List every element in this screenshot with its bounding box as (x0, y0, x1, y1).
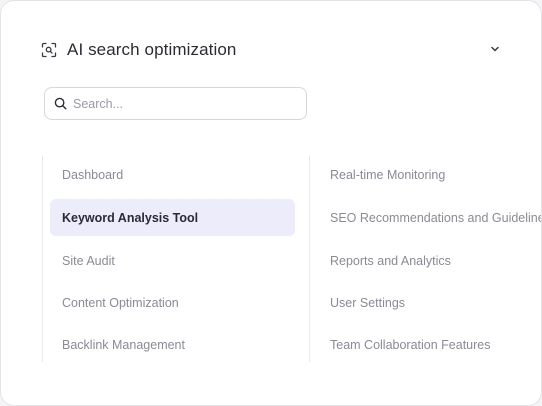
menu-item-reports-and-analytics[interactable]: Reports and Analytics (318, 242, 541, 279)
menu-panel: AI search optimization Dashboard Keyword… (0, 0, 542, 406)
menu-item-keyword-analysis-tool[interactable]: Keyword Analysis Tool (50, 199, 295, 236)
panel-header: AI search optimization (41, 39, 236, 61)
menu-item-team-collaboration[interactable]: Team Collaboration Features (318, 326, 541, 363)
menu-item-site-audit[interactable]: Site Audit (50, 242, 295, 279)
search-box[interactable] (44, 87, 307, 120)
search-icon (54, 97, 67, 110)
scan-search-icon (41, 42, 57, 58)
menu-item-seo-recommendations[interactable]: SEO Recommendations and Guidelines (318, 199, 541, 236)
menu-item-backlink-management[interactable]: Backlink Management (50, 326, 295, 363)
collapse-button[interactable] (487, 41, 503, 57)
menu-item-dashboard[interactable]: Dashboard (50, 156, 295, 193)
menu-item-user-settings[interactable]: User Settings (318, 284, 541, 321)
menu-column-right: Real-time Monitoring SEO Recommendations… (309, 156, 541, 363)
menu-column-left: Dashboard Keyword Analysis Tool Site Aud… (42, 156, 298, 362)
search-input[interactable] (73, 96, 293, 111)
page-title: AI search optimization (67, 40, 237, 59)
chevron-down-icon (489, 43, 501, 55)
menu-item-content-optimization[interactable]: Content Optimization (50, 284, 295, 321)
menu-item-real-time-monitoring[interactable]: Real-time Monitoring (318, 156, 541, 193)
